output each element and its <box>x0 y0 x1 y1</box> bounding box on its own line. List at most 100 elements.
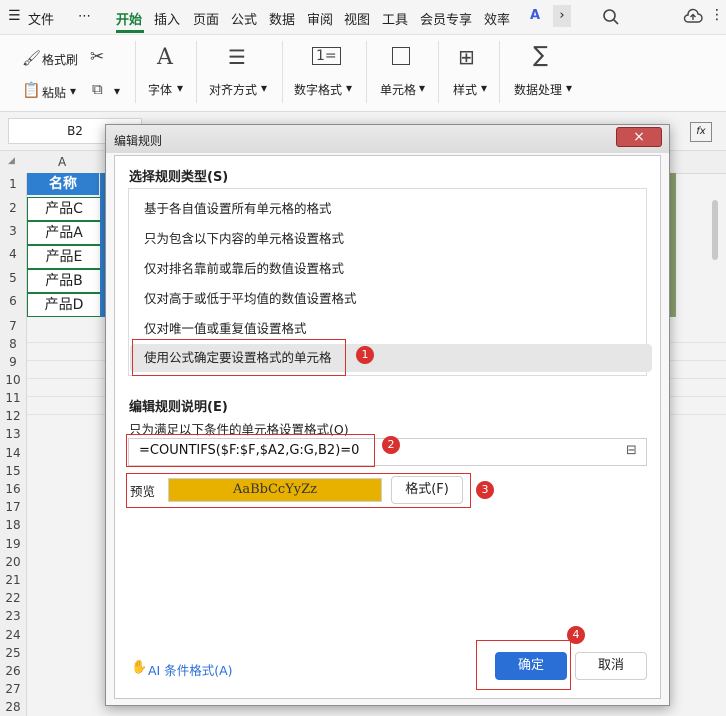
menu-more[interactable]: ⋯ <box>78 9 91 24</box>
paste-button[interactable]: 粘贴 <box>42 84 66 101</box>
list-item[interactable]: 只为包含以下内容的单元格设置格式 <box>130 225 652 253</box>
annotation-box-1 <box>132 339 346 376</box>
row-number[interactable]: 27 <box>0 682 26 696</box>
row-number[interactable]: 15 <box>0 464 26 478</box>
paste-dropdown-icon[interactable]: ▾ <box>70 84 76 98</box>
row-number[interactable]: 22 <box>0 591 26 605</box>
number-format-icon[interactable]: 1= <box>312 47 341 65</box>
column-a-header[interactable]: A <box>58 155 66 169</box>
ribbon-separator <box>366 41 367 103</box>
tab-member[interactable]: 会员专享 <box>420 9 472 28</box>
row-number[interactable]: 25 <box>0 646 26 660</box>
scroll-thumb[interactable] <box>712 200 718 260</box>
style-button[interactable]: 样式 <box>453 81 477 98</box>
data-processing-button[interactable]: 数据处理 <box>514 81 562 98</box>
row-number[interactable]: 11 <box>0 391 26 405</box>
vertical-scrollbar[interactable] <box>710 176 720 696</box>
tab-efficiency[interactable]: 效率 <box>484 9 510 28</box>
row-number[interactable]: 10 <box>0 373 26 387</box>
hamburger-icon[interactable]: ☰ <box>8 8 21 24</box>
row-number[interactable]: 14 <box>0 446 26 460</box>
row-number[interactable]: 13 <box>0 427 26 441</box>
cancel-button[interactable]: 取消 <box>575 652 647 680</box>
ribbon: 🖌 格式刷 ✂ 📋 粘贴 ▾ ⧉ ▾ A 字体 ▾ ☰ 对齐方式 ▾ 1= 数字… <box>0 35 726 112</box>
dialog-title-bar[interactable]: 编辑规则 × <box>106 125 669 153</box>
close-button[interactable]: × <box>616 127 662 147</box>
row-number[interactable]: 18 <box>0 518 26 532</box>
tab-review[interactable]: 审阅 <box>307 9 333 28</box>
style-icon[interactable]: ⊞ <box>458 45 475 69</box>
number-format-button[interactable]: 数字格式 <box>294 81 342 98</box>
edit-rule-dialog: 编辑规则 × 选择规则类型(S) 基于各自值设置所有单元格的格式 只为包含以下内… <box>105 124 670 706</box>
header-cell-name[interactable]: 名称 <box>27 173 99 195</box>
ok-button[interactable]: 确定 <box>495 652 567 680</box>
tab-page[interactable]: 页面 <box>193 9 219 28</box>
align-icon[interactable]: ☰ <box>228 45 246 69</box>
tab-tools[interactable]: 工具 <box>382 9 408 28</box>
tab-data[interactable]: 数据 <box>269 9 295 28</box>
table-cell[interactable]: 产品D <box>27 293 101 317</box>
list-item[interactable]: 仅对高于或低于平均值的数值设置格式 <box>130 285 652 313</box>
ai-sparkle-icon[interactable]: ✋ <box>131 660 147 675</box>
row-number[interactable]: 26 <box>0 664 26 678</box>
format-painter-button[interactable]: 格式刷 <box>42 51 78 68</box>
font-button[interactable]: 字体 <box>148 81 172 98</box>
step-badge-3: 3 <box>476 481 494 499</box>
cut-icon[interactable]: ✂ <box>90 47 104 67</box>
fx-icon[interactable]: fx <box>690 122 712 142</box>
format-button[interactable]: 格式(F) <box>391 476 463 504</box>
preview-label: 预览 <box>130 484 156 499</box>
row-number[interactable]: 4 <box>0 247 26 261</box>
row-number[interactable]: 2 <box>0 201 26 215</box>
menu-file[interactable]: 文件 <box>28 9 54 28</box>
cell-button[interactable]: 单元格 <box>380 81 416 98</box>
ai-logo-icon[interactable]: A <box>530 8 540 23</box>
tab-insert[interactable]: 插入 <box>154 9 180 28</box>
table-cell[interactable]: 产品A <box>27 221 101 245</box>
paste-icon[interactable]: 📋 <box>22 81 41 99</box>
row-number[interactable]: 7 <box>0 319 26 333</box>
row-number[interactable]: 16 <box>0 482 26 496</box>
row-number[interactable]: 23 <box>0 609 26 623</box>
format-painter-icon[interactable]: 🖌 <box>22 49 41 67</box>
row-number[interactable]: 28 <box>0 700 26 714</box>
data-processing-icon[interactable]: ∑ <box>533 43 548 68</box>
alignment-button[interactable]: 对齐方式 <box>209 81 257 98</box>
tab-home[interactable]: 开始 <box>116 9 142 28</box>
row-number[interactable]: 1 <box>0 177 26 191</box>
row-number[interactable]: 17 <box>0 500 26 514</box>
cell-dropdown-icon: ▾ <box>419 81 426 95</box>
font-icon[interactable]: A <box>157 45 173 70</box>
row-number[interactable]: 5 <box>0 271 26 285</box>
cell-icon[interactable] <box>392 47 410 65</box>
cloud-upload-icon[interactable] <box>683 8 703 26</box>
row-number[interactable]: 12 <box>0 409 26 423</box>
row-number[interactable]: 20 <box>0 555 26 569</box>
font-dropdown-icon: ▾ <box>177 81 184 95</box>
row-number[interactable]: 3 <box>0 224 26 238</box>
row-number[interactable]: 8 <box>0 337 26 351</box>
row-number[interactable]: 9 <box>0 355 26 369</box>
tab-formula[interactable]: 公式 <box>231 9 257 28</box>
active-tab-indicator <box>116 30 144 33</box>
ribbon-separator <box>135 41 136 103</box>
table-cell[interactable]: 产品B <box>27 269 101 293</box>
list-item[interactable]: 仅对排名靠前或靠后的数值设置格式 <box>130 255 652 283</box>
row-number[interactable]: 19 <box>0 537 26 551</box>
range-select-icon[interactable]: ⊟ <box>626 443 637 458</box>
chevron-right-icon[interactable]: › <box>553 5 571 27</box>
row-number[interactable]: 6 <box>0 294 26 308</box>
table-cell[interactable]: 产品E <box>27 245 101 269</box>
ai-condition-format-link[interactable]: AI 条件格式(A) <box>148 660 233 679</box>
select-all-corner-icon[interactable]: ◢ <box>8 156 15 166</box>
ribbon-separator <box>499 41 500 103</box>
search-icon[interactable] <box>602 8 620 26</box>
menu-more-icon[interactable]: ⋮ <box>710 7 724 23</box>
table-cell[interactable]: 产品C <box>27 197 101 221</box>
copy-dropdown-icon[interactable]: ▾ <box>114 84 120 98</box>
row-number[interactable]: 21 <box>0 573 26 587</box>
row-number[interactable]: 24 <box>0 628 26 642</box>
copy-icon[interactable]: ⧉ <box>92 80 103 98</box>
tab-view[interactable]: 视图 <box>344 9 370 28</box>
list-item[interactable]: 基于各自值设置所有单元格的格式 <box>130 195 652 223</box>
